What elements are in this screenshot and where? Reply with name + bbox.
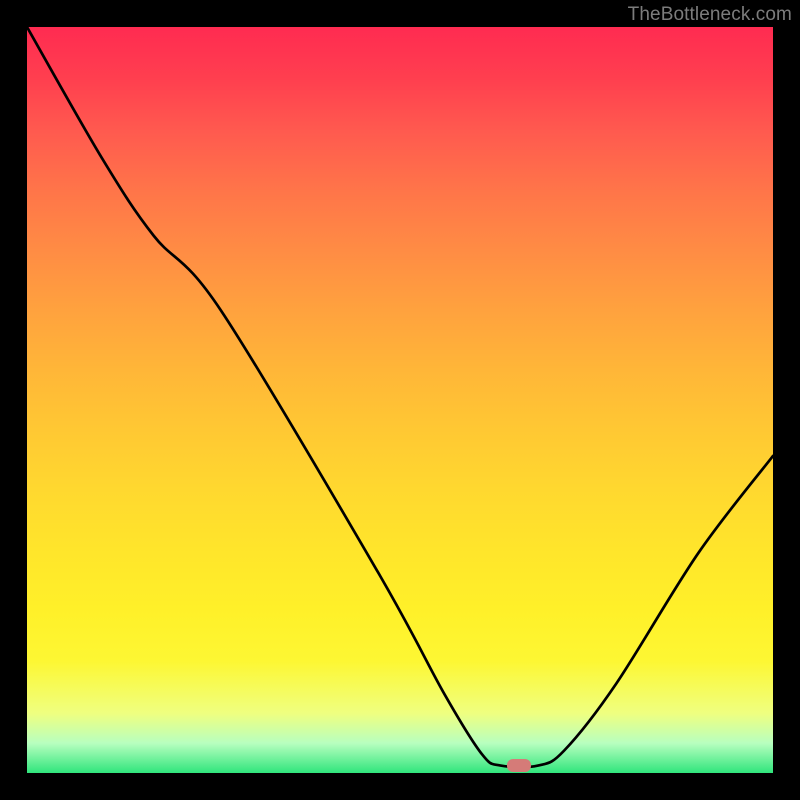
bottleneck-curve [27,27,773,773]
watermark-label: TheBottleneck.com [628,4,792,26]
chart-plot-area [27,27,773,773]
optimal-marker [507,759,531,772]
